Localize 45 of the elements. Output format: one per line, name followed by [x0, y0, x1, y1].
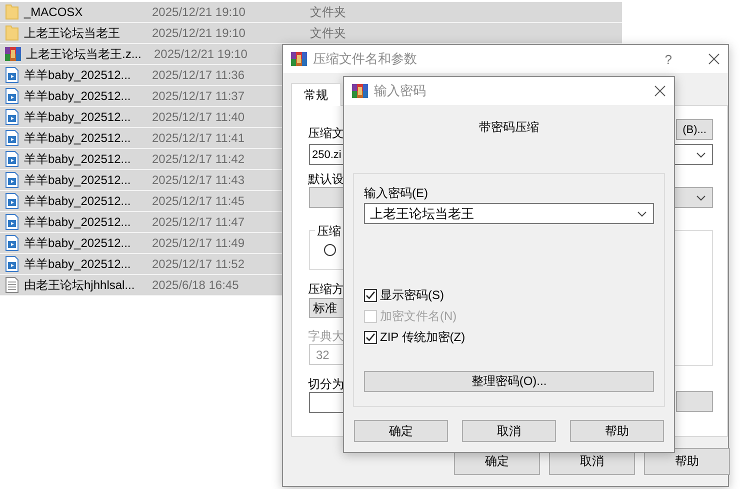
file-date: 2025/12/17 11:52	[152, 257, 246, 271]
file-date: 2025/12/21 19:10	[152, 5, 246, 19]
file-type: 文件夹	[310, 4, 346, 20]
file-name: 上老王论坛当老王	[24, 24, 121, 42]
file-date: 2025/12/21 19:10	[154, 47, 248, 61]
file-date: 2025/12/17 11:36	[152, 68, 246, 82]
field-label: 压缩文	[308, 125, 344, 142]
file-name: 羊羊baby_202512...	[24, 234, 132, 252]
file-name: 羊羊baby_202512...	[24, 256, 132, 272]
file-date: 2025/6/18 16:45	[152, 278, 240, 292]
window-title: 压缩文件名和参数	[313, 50, 418, 68]
file-name: 羊羊baby_202512...	[24, 130, 132, 146]
file-name: 羊羊baby_202512...	[24, 150, 132, 168]
file-name: 羊羊baby_202512...	[24, 66, 132, 84]
window-title: 输入密码	[374, 82, 427, 100]
file-date: 2025/12/21 19:10	[152, 26, 246, 40]
checkbox-label: 显示密码(S)	[380, 286, 444, 304]
field-label: 压缩方	[308, 281, 344, 298]
combo-value: 250.zi	[312, 148, 342, 160]
field-label: 默认设	[308, 171, 344, 188]
file-date: 2025/12/17 11:43	[152, 173, 246, 187]
file-name: 羊羊baby_202512...	[24, 108, 132, 126]
field-label: 字典大	[308, 328, 344, 345]
file-date: 2025/12/17 11:41	[152, 131, 246, 145]
file-type: 文件夹	[310, 24, 346, 42]
file-name: 上老王论坛当老王.z...	[26, 46, 142, 62]
file-name: 羊羊baby_202512...	[24, 192, 132, 210]
combo-value: 标准	[313, 300, 337, 316]
field-label: 切分为	[308, 376, 344, 393]
file-date: 2025/12/17 11:37	[152, 89, 246, 103]
dialog-heading: 带密码压缩	[478, 120, 540, 134]
checkbox-label: ZIP 传统加密(Z)	[380, 328, 466, 346]
field-label: 输入密码(E)	[364, 186, 428, 200]
file-date: 2025/12/17 11:47	[152, 215, 246, 229]
file-name: 羊羊baby_202512...	[24, 88, 132, 104]
file-name: _MACOSX	[24, 5, 84, 19]
file-date: 2025/12/17 11:49	[152, 236, 246, 250]
file-date: 2025/12/17 11:42	[152, 152, 246, 166]
file-name: 羊羊baby_202512...	[24, 172, 132, 188]
file-name: 由老王论坛hjhhlsal...	[24, 276, 136, 294]
file-date: 2025/12/17 11:40	[152, 110, 246, 124]
file-name: 羊羊baby_202512...	[24, 214, 132, 230]
combo-value: 上老王论坛当老王	[370, 204, 474, 222]
checkbox-label: 加密文件名(N)	[380, 308, 457, 324]
file-date: 2025/12/17 11:45	[152, 194, 246, 208]
